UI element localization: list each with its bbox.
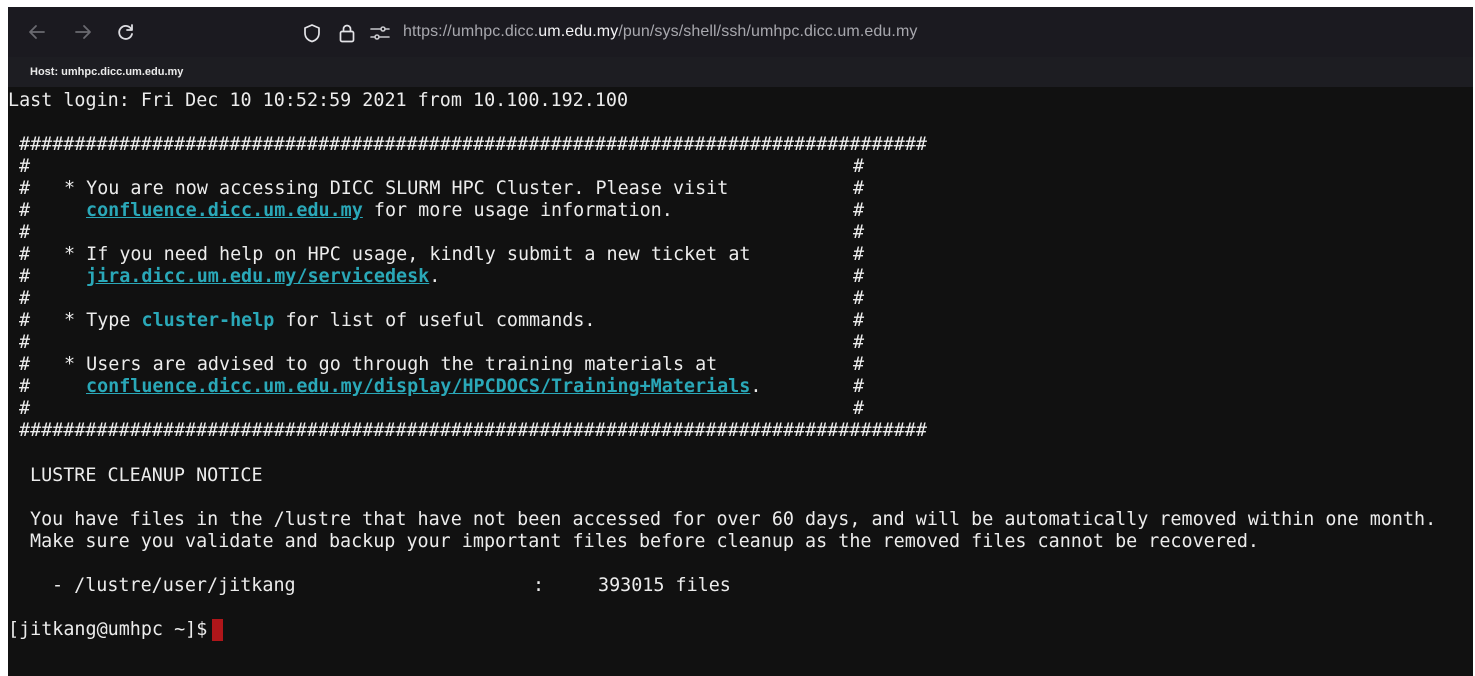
browser-window: https://umhpc.dicc.um.edu.my/pun/sys/she…	[8, 7, 1473, 676]
banner-hash-right: #	[853, 398, 865, 419]
url-text[interactable]: https://umhpc.dicc.um.edu.my/pun/sys/she…	[403, 23, 917, 41]
forward-arrow-icon[interactable]	[70, 19, 96, 45]
banner-hash-left: #	[19, 222, 31, 243]
banner-hash-left: #	[19, 244, 31, 265]
lock-icon[interactable]	[338, 23, 356, 47]
training-materials-link[interactable]: confluence.dicc.um.edu.my/display/HPCDOC…	[86, 376, 750, 397]
terminal-cursor	[212, 619, 223, 641]
file-path: - /lustre/user/jitkang	[52, 575, 296, 596]
banner-line-2: * If you need help on HPC usage, kindly …	[64, 244, 751, 265]
banner-hash-left: #	[19, 376, 31, 397]
address-bar[interactable]: https://umhpc.dicc.um.edu.my/pun/sys/she…	[293, 14, 1473, 50]
permissions-icon[interactable]	[370, 25, 390, 45]
shell-prompt: [jitkang@umhpc ~]$	[8, 619, 208, 640]
banner-line-2b: jira.dicc.um.edu.my/servicedesk.	[86, 266, 441, 287]
browser-toolbar: https://umhpc.dicc.um.edu.my/pun/sys/she…	[8, 7, 1473, 57]
banner-hash-right: #	[853, 376, 865, 397]
banner-hash-left: #	[19, 266, 31, 287]
banner-hash-right: #	[853, 310, 865, 331]
banner-hash-right: #	[853, 288, 865, 309]
confluence-link[interactable]: confluence.dicc.um.edu.my	[86, 200, 363, 221]
file-count: 393015 files	[598, 575, 731, 596]
banner-hash-left: #	[19, 332, 31, 353]
host-label: Host: umhpc.dicc.um.edu.my	[30, 66, 184, 78]
banner-hash-right: #	[853, 266, 865, 287]
banner-line-1b: confluence.dicc.um.edu.my for more usage…	[86, 200, 673, 221]
cluster-help-command: cluster-help	[141, 310, 275, 331]
banner-hash-left: #	[19, 156, 31, 177]
shield-icon[interactable]	[303, 23, 321, 47]
banner-top-border: ########################################…	[19, 134, 927, 155]
banner-hash-right: #	[853, 156, 865, 177]
banner-hash-left: #	[19, 354, 31, 375]
banner-hash-right: #	[853, 354, 865, 375]
banner-line-4b: confluence.dicc.um.edu.my/display/HPCDOC…	[86, 376, 762, 397]
notice-line-2: Make sure you validate and backup your i…	[30, 531, 1260, 552]
banner-hash-right: #	[853, 200, 865, 221]
reload-icon[interactable]	[113, 19, 139, 45]
banner-line-3: * Type cluster-help for list of useful c…	[64, 310, 596, 331]
banner-line-1: * You are now accessing DICC SLURM HPC C…	[64, 178, 729, 199]
host-tab: Host: umhpc.dicc.um.edu.my	[8, 57, 1473, 88]
jira-servicedesk-link[interactable]: jira.dicc.um.edu.my/servicedesk	[86, 266, 429, 287]
banner-bottom-border: ########################################…	[19, 420, 927, 441]
notice-line-1: You have files in the /lustre that have …	[30, 509, 1437, 530]
banner-hash-right: #	[853, 332, 865, 353]
back-arrow-icon[interactable]	[24, 19, 50, 45]
banner-hash-left: #	[19, 178, 31, 199]
file-separator: :	[533, 575, 545, 596]
last-login-line: Last login: Fri Dec 10 10:52:59 2021 fro…	[8, 90, 629, 111]
banner-hash-right: #	[853, 222, 865, 243]
terminal[interactable]: Last login: Fri Dec 10 10:52:59 2021 fro…	[8, 87, 1473, 676]
banner-hash-right: #	[853, 178, 865, 199]
notice-title: LUSTRE CLEANUP NOTICE	[30, 465, 263, 486]
banner-hash-left: #	[19, 398, 31, 419]
banner-hash-left: #	[19, 310, 31, 331]
banner-line-4: * Users are advised to go through the tr…	[64, 354, 718, 375]
banner-hash-left: #	[19, 288, 31, 309]
banner-hash-left: #	[19, 200, 31, 221]
banner-hash-right: #	[853, 244, 865, 265]
